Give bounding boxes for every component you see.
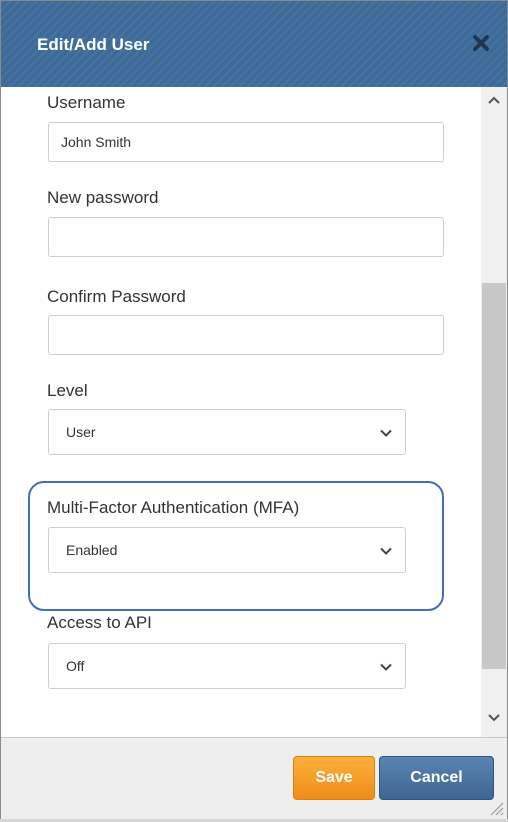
mfa-select-value: Enabled <box>66 542 118 558</box>
vertical-scrollbar[interactable] <box>481 87 507 737</box>
chevron-down-icon <box>379 426 393 440</box>
new-password-input[interactable] <box>48 217 444 257</box>
api-access-select[interactable]: Off <box>48 643 406 689</box>
api-access-select-value: Off <box>66 658 85 674</box>
confirm-password-label: Confirm Password <box>47 287 186 306</box>
level-select-value: User <box>66 424 96 440</box>
dialog-footer: Save Cancel <box>1 737 507 819</box>
scroll-up-icon[interactable] <box>487 93 501 105</box>
scrollbar-thumb[interactable] <box>482 283 506 669</box>
username-label: Username <box>47 93 126 112</box>
level-select[interactable]: User <box>48 409 406 455</box>
dialog-body: Username New password Confirm Password L… <box>1 87 481 737</box>
dialog-titlebar: Edit/Add User <box>1 1 507 88</box>
dialog-title: Edit/Add User <box>37 35 150 54</box>
chevron-down-icon <box>379 660 393 674</box>
confirm-password-input[interactable] <box>48 315 444 355</box>
close-icon[interactable] <box>469 31 493 55</box>
mfa-label: Multi-Factor Authentication (MFA) <box>47 498 300 517</box>
scroll-down-icon[interactable] <box>487 711 501 723</box>
resize-grip-icon[interactable] <box>487 799 505 817</box>
cancel-button[interactable]: Cancel <box>379 756 494 800</box>
save-button[interactable]: Save <box>293 756 375 800</box>
api-access-label: Access to API <box>47 613 152 632</box>
chevron-down-icon <box>379 544 393 558</box>
username-input[interactable] <box>48 122 444 162</box>
edit-user-dialog: Edit/Add User Username New password Conf… <box>0 0 508 819</box>
new-password-label: New password <box>47 188 159 207</box>
level-label: Level <box>47 381 88 400</box>
mfa-select[interactable]: Enabled <box>48 527 406 573</box>
